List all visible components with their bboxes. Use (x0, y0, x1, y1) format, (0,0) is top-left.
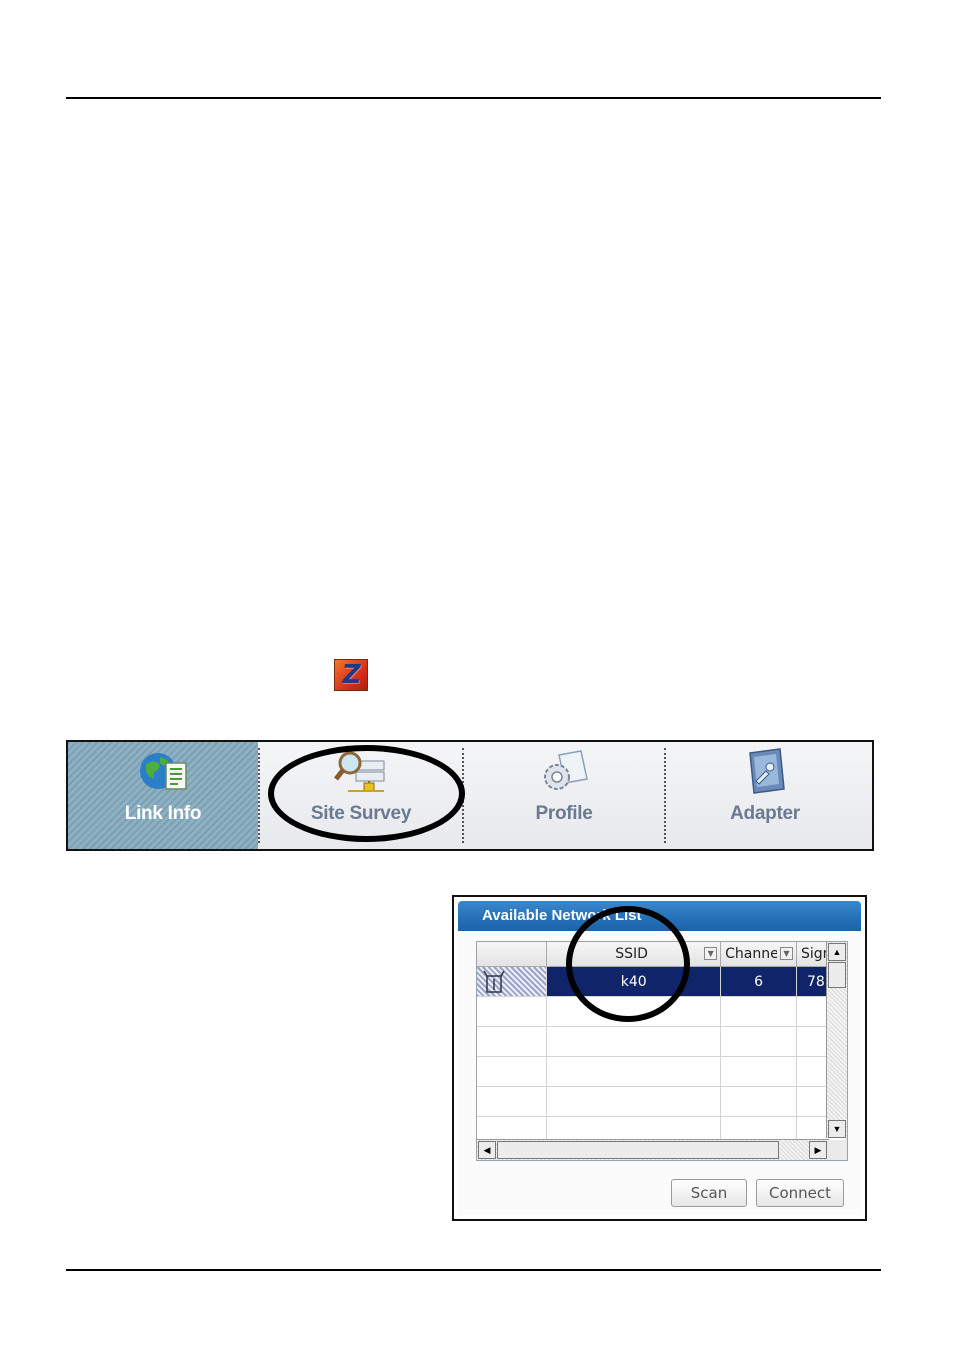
table-row[interactable] (477, 996, 847, 1027)
horizontal-scrollbar[interactable]: ◀ ▶ (477, 1139, 829, 1160)
table-row[interactable] (477, 1056, 847, 1087)
connect-button[interactable]: Connect (756, 1179, 844, 1207)
scrollbar-corner (827, 1140, 847, 1160)
tab-link-info-label: Link Info (124, 803, 202, 824)
sort-dropdown-icon[interactable]: ▼ (704, 947, 718, 960)
network-list-window: Available Network List SSID ▼ Channel ▼ (452, 895, 867, 1221)
scroll-down-icon[interactable]: ▼ (828, 1120, 846, 1138)
vertical-scroll-thumb[interactable] (828, 962, 846, 988)
tab-site-survey[interactable]: Site Survey (260, 742, 462, 849)
scroll-up-icon[interactable]: ▲ (828, 943, 846, 961)
sort-dropdown-icon[interactable]: ▼ (780, 947, 793, 960)
magnifier-network-icon (334, 747, 388, 797)
vertical-scrollbar[interactable]: ▲ ▼ (826, 942, 847, 1138)
scroll-right-icon[interactable]: ▶ (809, 1141, 827, 1159)
main-toolbar: Link Info Site Survey Profile Adapter (66, 740, 874, 851)
col-header-channel-label: Channel (725, 946, 778, 962)
adapter-icon (738, 747, 792, 797)
tab-profile[interactable]: Profile (464, 742, 664, 849)
col-header-ssid[interactable]: SSID ▼ (546, 942, 722, 967)
tab-adapter-label: Adapter (730, 803, 800, 824)
tab-link-info[interactable]: Link Info (68, 742, 258, 849)
network-list-title: Available Network List (458, 901, 861, 931)
table-row[interactable] (477, 1086, 847, 1117)
scan-button[interactable]: Scan (671, 1179, 747, 1207)
gear-document-icon (537, 747, 591, 797)
network-table: SSID ▼ Channel ▼ Signal k40 6 78 ▲ ▼ ◀ ▶ (476, 941, 848, 1161)
horizontal-scroll-thumb[interactable] (497, 1141, 779, 1159)
cell-ssid: k40 (546, 966, 722, 997)
network-list-body: SSID ▼ Channel ▼ Signal k40 6 78 ▲ ▼ ◀ ▶… (458, 931, 861, 1215)
zyxel-utility-icon: Z (334, 659, 368, 691)
scroll-left-icon[interactable]: ◀ (478, 1141, 496, 1159)
tab-adapter[interactable]: Adapter (666, 742, 864, 849)
table-row[interactable]: k40 6 78 (477, 966, 847, 997)
col-header-ssid-label: SSID (615, 946, 648, 962)
col-header-icon (477, 942, 548, 967)
col-header-channel[interactable]: Channel ▼ (720, 942, 797, 967)
cell-channel: 6 (720, 966, 797, 997)
tab-profile-label: Profile (535, 803, 593, 824)
access-point-icon (477, 966, 548, 997)
tab-site-survey-label: Site Survey (310, 803, 412, 824)
footer-rule (66, 1269, 881, 1271)
globe-document-icon (136, 747, 190, 797)
table-row[interactable] (477, 1026, 847, 1057)
table-header-row: SSID ▼ Channel ▼ Signal (477, 942, 847, 967)
header-rule (66, 97, 881, 99)
